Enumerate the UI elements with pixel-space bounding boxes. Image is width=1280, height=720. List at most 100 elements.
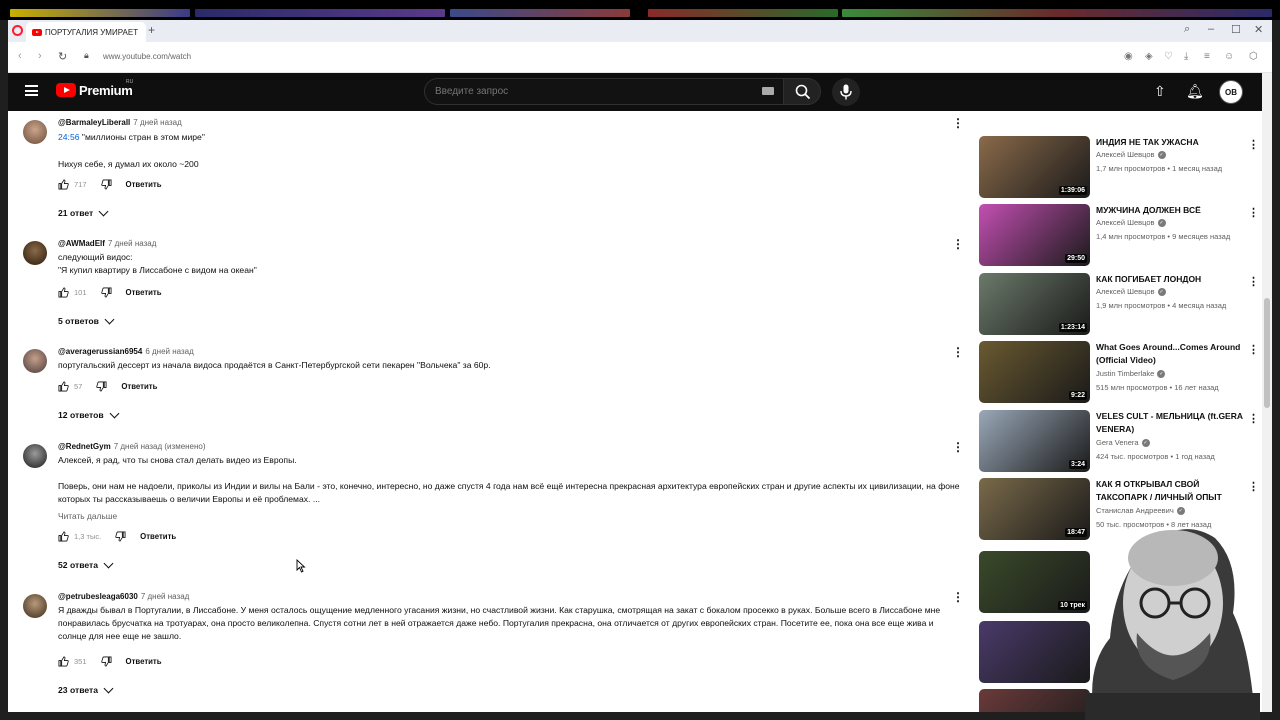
forward-icon[interactable]: › (38, 50, 42, 62)
read-more-link[interactable]: Читать дальше (58, 511, 117, 521)
more-vertical-icon[interactable]: ⋮ (952, 590, 964, 604)
maximize-icon[interactable]: ☐ (1231, 23, 1241, 36)
recommended-video[interactable]: 3:24 VELES CULT - МЕЛЬНИЦА (ft.GERA VENER… (979, 410, 1259, 474)
channel-name[interactable]: Станислав Андреевич ✓ (1096, 506, 1185, 516)
keyboard-icon[interactable] (762, 87, 774, 95)
camera-icon[interactable]: ◉ (1124, 51, 1133, 62)
thumb-up-icon[interactable] (58, 531, 69, 542)
reload-icon[interactable]: ↻ (58, 50, 67, 63)
comment-time[interactable]: 7 дней назад (141, 592, 189, 601)
thumb-down-icon[interactable] (100, 287, 112, 298)
thumb-down-icon[interactable] (100, 656, 112, 667)
avatar[interactable] (23, 594, 47, 618)
comment-time[interactable]: 7 дней назад (133, 118, 181, 127)
comment-author[interactable]: @BarmaleyLiberall (58, 118, 130, 127)
thumb-down-icon[interactable] (100, 179, 112, 190)
profile-icon[interactable]: ☺ (1224, 51, 1234, 62)
replies-toggle[interactable]: 21 ответ (58, 206, 109, 218)
video-title[interactable]: МУЖЧИНА ДОЛЖЕН ВСЁ (1096, 204, 1246, 217)
thumb-up-icon[interactable] (58, 381, 69, 392)
more-vertical-icon[interactable]: ⋮ (952, 345, 964, 359)
comment-time[interactable]: 6 дней назад (145, 347, 193, 356)
reply-button[interactable]: Ответить (121, 382, 157, 391)
more-vertical-icon[interactable]: ⋮ (1248, 343, 1259, 356)
more-vertical-icon[interactable]: ⋮ (1248, 206, 1259, 219)
channel-name[interactable]: Алексей Шевцов ✓ (1096, 218, 1166, 228)
url-field[interactable]: www.youtube.com/watch (103, 52, 191, 61)
upload-icon[interactable]: ⇧ (1154, 83, 1166, 100)
replies-toggle[interactable]: 23 ответа (58, 683, 114, 695)
comment-time[interactable]: 7 дней назад (108, 239, 156, 248)
comment-author[interactable]: @averagerussian6954 (58, 347, 142, 356)
logo-text[interactable]: Premium (79, 83, 133, 98)
more-vertical-icon[interactable]: ⋮ (952, 116, 964, 130)
recommended-video[interactable]: 29:50 МУЖЧИНА ДОЛЖЕН ВСЁ Алексей Шевцов ✓ 1,… (979, 204, 1259, 268)
channel-name[interactable]: Gera Venera ✓ (1096, 438, 1150, 448)
search-tabs-icon[interactable]: ⌕ (1184, 23, 1190, 36)
channel-name[interactable]: Алексей Шевцов ✓ (1096, 287, 1166, 297)
more-vertical-icon[interactable]: ⋮ (1248, 138, 1259, 151)
video-thumbnail[interactable]: 3:24 (979, 410, 1090, 472)
comment-author[interactable]: @AWMadElf (58, 239, 105, 248)
comment-author[interactable]: @petrubesleaga6030 (58, 592, 138, 601)
search-button[interactable] (783, 78, 821, 105)
menu-lines-icon[interactable]: ≡ (1204, 51, 1210, 62)
back-icon[interactable]: ‹ (18, 50, 22, 62)
more-vertical-icon[interactable]: ⋮ (952, 440, 964, 454)
more-vertical-icon[interactable]: ⋮ (1248, 480, 1259, 493)
video-thumbnail[interactable]: 1:23:14 (979, 273, 1090, 335)
replies-toggle[interactable]: 52 ответа (58, 558, 114, 570)
heart-icon[interactable]: ♡ (1164, 51, 1173, 62)
replies-toggle[interactable]: 5 ответов (58, 314, 115, 326)
new-tab-button[interactable]: + (148, 23, 155, 37)
thumb-up-icon[interactable] (58, 179, 69, 190)
replies-toggle[interactable]: 12 ответов (58, 408, 120, 420)
reply-button[interactable]: Ответить (126, 180, 162, 189)
browser-tab[interactable]: ПОРТУГАЛИЯ УМИРАЕТ (26, 22, 146, 42)
reply-button[interactable]: Ответить (140, 532, 176, 541)
recommended-video[interactable]: 1:39:06 ИНДИЯ НЕ ТАК УЖАСНА Алексей Шевцов… (979, 136, 1259, 200)
avatar[interactable] (23, 444, 47, 468)
youtube-logo-icon[interactable] (56, 83, 76, 97)
more-vertical-icon[interactable]: ⋮ (952, 237, 964, 251)
search-input[interactable] (435, 86, 735, 97)
recommended-video[interactable]: 9:22 What Goes Around...Comes Around (Off… (979, 341, 1259, 405)
more-vertical-icon[interactable]: ⋮ (1248, 275, 1259, 288)
cube-icon[interactable]: ⬡ (1249, 51, 1258, 62)
account-avatar[interactable]: ОВ (1219, 80, 1243, 104)
timestamp-link[interactable]: 24:56 (58, 132, 80, 142)
recommended-video[interactable]: 1:23:14 КАК ПОГИБАЕТ ЛОНДОН Алексей Шевцов… (979, 273, 1259, 337)
video-title[interactable]: ИНДИЯ НЕ ТАК УЖАСНА (1096, 136, 1246, 149)
thumb-up-icon[interactable] (58, 656, 69, 667)
menu-icon[interactable] (25, 85, 38, 96)
shield-icon[interactable]: ◈ (1145, 51, 1153, 62)
minimize-icon[interactable]: – (1208, 23, 1214, 35)
video-title[interactable]: КАК ПОГИБАЕТ ЛОНДОН (1096, 273, 1246, 286)
duration-badge: 29:50 (1065, 254, 1087, 263)
notifications-bell-icon[interactable]: 🔔︎ (1186, 83, 1204, 100)
download-icon[interactable]: ⤓ (1184, 51, 1188, 62)
video-thumbnail[interactable]: 29:50 (979, 204, 1090, 266)
avatar[interactable] (23, 241, 47, 265)
avatar[interactable] (23, 120, 47, 144)
more-vertical-icon[interactable]: ⋮ (1248, 412, 1259, 425)
thumb-down-icon[interactable] (115, 531, 126, 542)
video-title[interactable]: VELES CULT - МЕЛЬНИЦА (ft.GERA VENERA) (1096, 410, 1246, 436)
channel-name[interactable]: Алексей Шевцов ✓ (1096, 150, 1166, 160)
thumb-up-icon[interactable] (58, 287, 69, 298)
channel-name[interactable]: Justin Timberlake ✓ (1096, 369, 1166, 379)
comment-time[interactable]: 7 дней назад (изменено) (114, 442, 206, 451)
video-title[interactable]: КАК Я ОТКРЫВАЛ СВОЙ ТАКСОПАРК / ЛИЧНЫЙ О… (1096, 478, 1246, 504)
reply-button[interactable]: Ответить (126, 657, 162, 666)
video-thumbnail[interactable]: 9:22 (979, 341, 1090, 403)
voice-search-button[interactable] (832, 78, 860, 106)
opera-logo-icon[interactable] (12, 25, 23, 36)
video-thumbnail[interactable]: 1:39:06 (979, 136, 1090, 198)
thumb-down-icon[interactable] (96, 381, 107, 392)
reply-button[interactable]: Ответить (126, 288, 162, 297)
comment-author[interactable]: @RednetGym (58, 442, 111, 451)
video-title[interactable]: What Goes Around...Comes Around (Officia… (1096, 341, 1246, 367)
avatar[interactable] (23, 349, 47, 373)
scrollbar-thumb[interactable] (1264, 298, 1270, 408)
close-window-icon[interactable]: ✕ (1254, 23, 1263, 36)
